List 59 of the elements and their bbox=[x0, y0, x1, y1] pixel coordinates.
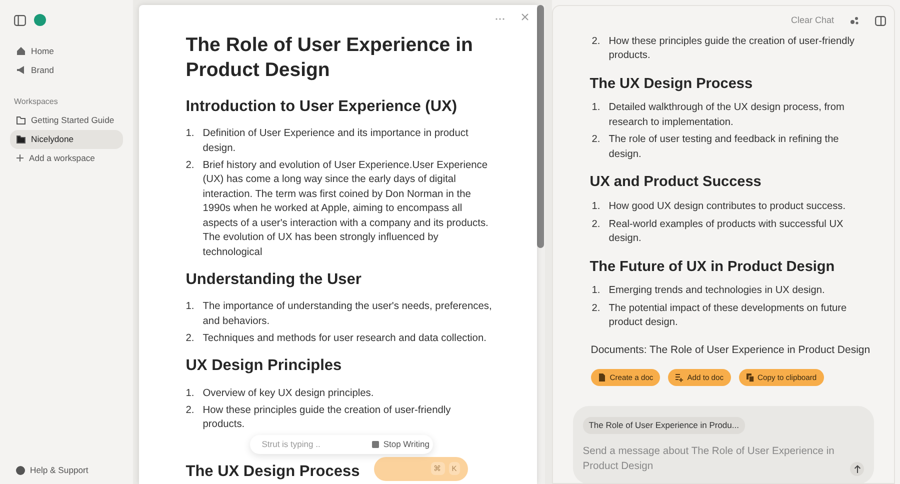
list-item-text: Techniques and methods for user research and data collection. bbox=[202, 332, 486, 346]
list-number: 1. bbox=[186, 386, 196, 401]
section-heading: The UX Design Process bbox=[590, 74, 754, 94]
stop-icon bbox=[372, 440, 380, 448]
sidebar-toggle-icon[interactable] bbox=[14, 14, 26, 26]
typing-status: Strut is typing .. bbox=[262, 438, 320, 451]
section-heading: UX Design Principles bbox=[186, 356, 342, 376]
list-item-text: Emerging trends and technologies in UX design. bbox=[608, 284, 825, 298]
list-number: 2. bbox=[592, 218, 602, 232]
list-item-text: The potential impact of these developments on future product design. bbox=[608, 302, 848, 330]
list-number: 1. bbox=[592, 200, 602, 214]
message-field[interactable]: The Role of User Experience in Produ... Send a message about The Role of User Experience in Product Design bbox=[572, 406, 874, 483]
list-number: 1. bbox=[592, 284, 602, 298]
list-item-text: How these principles guide the creation of user-friendly products. bbox=[608, 34, 856, 63]
list-item-text: Definition of User Experience and its importance in product design. bbox=[202, 127, 470, 156]
list-item-text: The role of user testing and feedback in refining the design. bbox=[608, 133, 840, 162]
list-number: 2. bbox=[186, 332, 196, 346]
avatar[interactable] bbox=[34, 14, 46, 26]
list-item-text: The importance of understanding the user's needs, preferences, and behaviors. bbox=[202, 300, 493, 329]
plus-icon bbox=[16, 154, 24, 162]
list-number: 1. bbox=[186, 300, 196, 314]
section-heading: Understanding the User bbox=[186, 270, 362, 290]
add-workspace-button[interactable]: Add a workspace bbox=[10, 148, 123, 168]
list-number: 2. bbox=[186, 404, 196, 418]
list-item-text: Detailed walkthrough of the UX design process, from research to implementation. bbox=[608, 101, 846, 130]
section-label: Workspaces bbox=[14, 96, 59, 108]
nav-item[interactable]: Brand bbox=[10, 60, 123, 80]
list-number: 2. bbox=[592, 34, 602, 48]
list-number: 2. bbox=[592, 133, 602, 148]
section-heading: The Future of UX in Product Design bbox=[590, 258, 836, 276]
list-item-text: Overview of key UX design principles. bbox=[202, 386, 374, 401]
home-icon bbox=[16, 46, 26, 56]
send-button[interactable] bbox=[850, 462, 864, 476]
stop-writing-button[interactable]: Stop Writing bbox=[372, 438, 430, 451]
panel-toggle-icon[interactable] bbox=[875, 16, 886, 26]
context-chip[interactable]: The Role of User Experience in Produ... bbox=[582, 416, 745, 434]
nav-item[interactable]: Home bbox=[10, 42, 123, 61]
workspace-item[interactable]: Nicelydone bbox=[10, 130, 123, 149]
document-title: The Role of User Experience in Product Design bbox=[186, 33, 474, 83]
help-link[interactable]: Help & Support bbox=[10, 461, 123, 480]
workspace-item[interactable]: Getting Started Guide bbox=[10, 110, 123, 130]
section-heading: UX and Product Success bbox=[590, 173, 762, 192]
section-heading: Introduction to User Experience (UX) bbox=[186, 97, 458, 117]
copy-icon bbox=[746, 372, 754, 382]
list-number: 1. bbox=[186, 127, 196, 142]
list-item-text: How these principles guide the creation of user-friendly products. bbox=[202, 404, 452, 432]
section-heading: The UX Design Process bbox=[186, 462, 360, 482]
list-item-text: How good UX design contributes to product success. bbox=[608, 200, 846, 214]
documents-line: Documents: The Role of User Experience in Product Design bbox=[590, 342, 872, 358]
list-number: 1. bbox=[592, 101, 602, 116]
list-item-text: Real-world examples of products with successful UX design. bbox=[608, 218, 844, 246]
create-icon bbox=[598, 372, 606, 382]
list-number: 2. bbox=[186, 159, 196, 174]
list-number: 2. bbox=[592, 302, 602, 316]
list-item-text: Brief history and evolution of User Experience.User Experience (UX) has come a long way since the early days of digital interaction. The term was first coined by Don Norman in the 1990s when he worked at Apple, aiming to encompass all aspects of a user's interaction with a company and its products. The evolution of UX has been strongly influenced by technological bbox=[202, 159, 490, 260]
close-icon[interactable] bbox=[520, 13, 529, 21]
add-icon bbox=[675, 372, 684, 382]
more-icon[interactable] bbox=[494, 17, 505, 21]
arrow-up-icon bbox=[854, 464, 861, 473]
